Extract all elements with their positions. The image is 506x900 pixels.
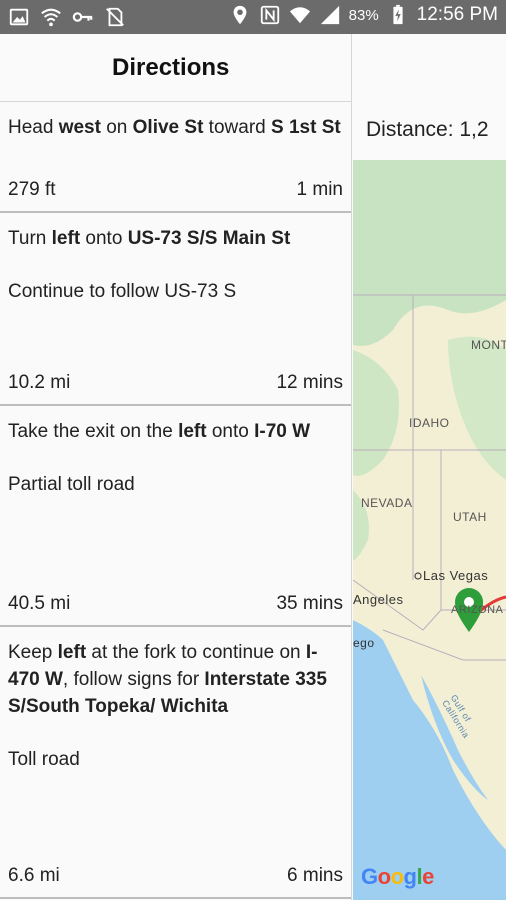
- instruction-text: onto: [206, 421, 255, 442]
- no-sim-icon: [104, 6, 126, 28]
- map-label-angeles: Angeles: [353, 592, 404, 607]
- instruction-emphasis: I-70 W: [254, 421, 311, 442]
- instruction-text: Head: [8, 117, 59, 138]
- map-panel: Distance: 1,2 MONT IDAHO NEVADA UTAH Las…: [353, 34, 506, 900]
- instruction-text: on: [100, 117, 133, 138]
- direction-step-2[interactable]: Turn left onto US-73 S/S Main St Continu…: [0, 213, 351, 406]
- step-note: Toll road: [8, 749, 80, 770]
- instruction-text: Turn: [8, 228, 52, 249]
- instruction-emphasis: S 1st St: [271, 117, 341, 138]
- step-distance: 40.5 mi: [8, 593, 71, 614]
- step-duration: 12 mins: [276, 372, 343, 393]
- page-title: Directions: [112, 53, 230, 81]
- step-instruction: Keep left at the fork to continue on I-4…: [8, 639, 343, 720]
- instruction-emphasis: US-73 S/S Main St: [127, 228, 291, 249]
- step-instruction: Head west on Olive St toward S 1st St: [8, 114, 343, 141]
- direction-step-3[interactable]: Take the exit on the left onto I-70 W Pa…: [0, 406, 351, 627]
- step-instruction: Turn left onto US-73 S/S Main St: [8, 225, 343, 252]
- step-distance: 10.2 mi: [8, 372, 71, 393]
- instruction-emphasis: left: [51, 228, 81, 249]
- battery-percent: 83%: [348, 6, 379, 24]
- instruction-emphasis: west: [58, 117, 101, 138]
- map-label-idaho: IDAHO: [409, 416, 450, 430]
- clock: 12:56 PM: [416, 4, 498, 25]
- instruction-emphasis: left: [178, 421, 207, 442]
- direction-step-4[interactable]: Keep left at the fork to continue on I-4…: [0, 627, 351, 899]
- signal-icon: [319, 4, 341, 26]
- nfc-icon: [259, 4, 281, 26]
- route-map[interactable]: MONT IDAHO NEVADA UTAH Las Vegas Angeles…: [353, 160, 506, 900]
- map-label-utah: UTAH: [453, 510, 487, 524]
- step-distance: 6.6 mi: [8, 865, 60, 886]
- map-label-arizona: ARIZONA: [451, 604, 504, 616]
- map-label-nevada: NEVADA: [361, 496, 413, 510]
- instruction-text: onto: [80, 228, 128, 249]
- total-distance: Distance: 1,2: [366, 118, 489, 141]
- wifi-alert-icon: [40, 6, 62, 28]
- step-duration: 35 mins: [276, 593, 343, 614]
- step-distance: 279 ft: [8, 179, 56, 200]
- direction-step-1[interactable]: Head west on Olive St toward S 1st St 27…: [0, 102, 351, 213]
- step-duration: 1 min: [296, 179, 343, 200]
- map-label-mont: MONT: [471, 338, 506, 352]
- instruction-emphasis: left: [57, 642, 87, 663]
- step-duration: 6 mins: [287, 865, 343, 886]
- directions-header: Directions: [0, 34, 351, 102]
- battery-charging-icon: [387, 4, 409, 26]
- image-icon: [8, 6, 30, 28]
- map-label-ego: ego: [353, 636, 375, 650]
- step-note: Continue to follow US-73 S: [8, 281, 237, 302]
- instruction-text: , follow signs for: [62, 669, 205, 690]
- key-icon: [72, 6, 94, 28]
- google-logo: Google: [361, 864, 434, 889]
- step-note: Partial toll road: [8, 474, 135, 495]
- instruction-text: Take the exit on the: [8, 421, 179, 442]
- instruction-text: toward: [203, 117, 271, 138]
- map-label-las-vegas: Las Vegas: [423, 568, 489, 583]
- location-icon: [229, 4, 251, 26]
- directions-panel: Directions Head west on Olive St toward …: [0, 34, 352, 900]
- wifi-icon: [289, 4, 311, 26]
- step-instruction: Take the exit on the left onto I-70 W: [8, 418, 343, 445]
- status-bar: 83% 12:56 PM: [0, 0, 506, 34]
- instruction-emphasis: Olive St: [132, 117, 204, 138]
- instruction-text: Keep: [8, 642, 58, 663]
- instruction-text: at the fork to continue on: [86, 642, 306, 663]
